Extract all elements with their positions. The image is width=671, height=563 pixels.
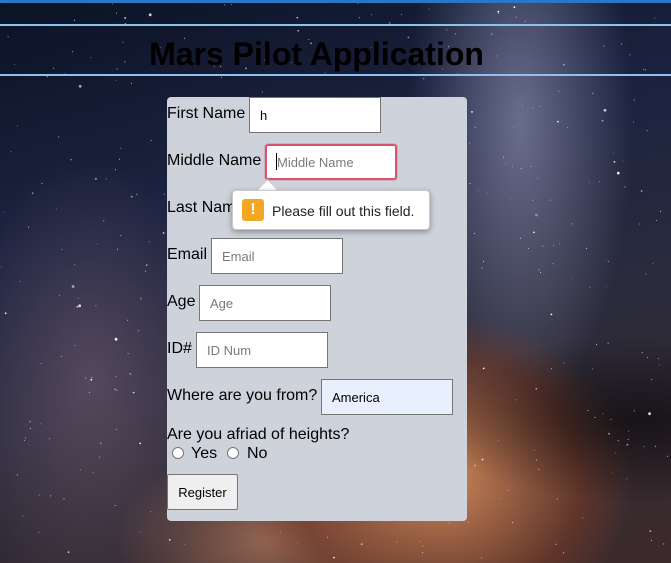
top-accent-bar (0, 0, 671, 3)
text-caret (276, 153, 277, 170)
origin-label: Where are you from? (167, 387, 318, 404)
age-field[interactable] (199, 285, 331, 321)
first-name-label: First Name (167, 105, 246, 122)
heights-no-radio[interactable] (227, 447, 239, 459)
warning-icon: ! (242, 199, 264, 221)
page-title: Mars Pilot Application (149, 36, 484, 72)
origin-field[interactable] (321, 379, 453, 415)
age-label: Age (167, 293, 196, 310)
heights-yes-label: Yes (191, 445, 218, 462)
register-button[interactable]: Register (167, 474, 238, 510)
email-label: Email (167, 246, 208, 263)
email-field[interactable] (211, 238, 343, 274)
middle-name-field[interactable] (265, 144, 397, 180)
first-name-field[interactable] (249, 97, 381, 133)
validation-message: Please fill out this field. (272, 203, 415, 219)
validation-tooltip: ! Please fill out this field. (232, 190, 430, 230)
id-num-field[interactable] (196, 332, 328, 368)
heights-no-label: No (247, 445, 268, 462)
last-name-label: Last Nam (167, 199, 236, 216)
heights-question: Are you afriad of heights? (167, 426, 350, 443)
middle-name-label: Middle Name (167, 152, 262, 169)
id-label: ID# (167, 340, 192, 357)
heights-yes-radio[interactable] (172, 447, 184, 459)
